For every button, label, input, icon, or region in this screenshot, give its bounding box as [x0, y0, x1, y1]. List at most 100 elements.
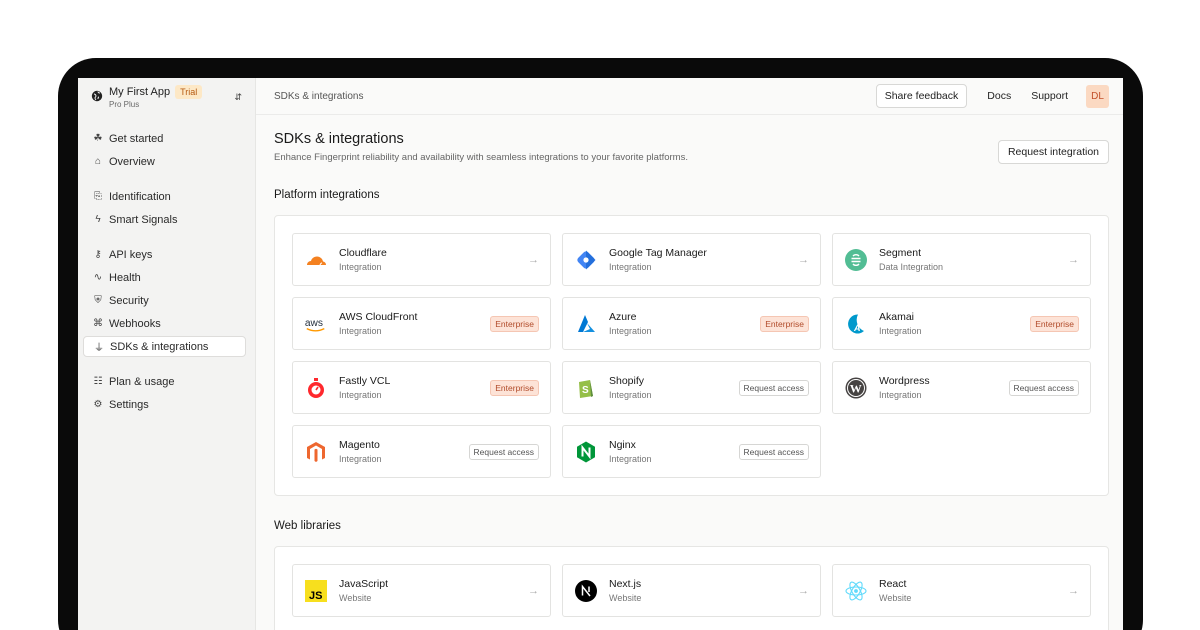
globe-icon: [91, 90, 103, 102]
webhook-icon: ⌘: [93, 318, 103, 329]
sidebar-item-security[interactable]: ⛨ Security: [83, 290, 246, 311]
integration-card-wordpress[interactable]: W Wordpress Integration Request access: [832, 361, 1091, 414]
gear-icon: ⚙: [93, 399, 103, 410]
azure-logo-icon: [574, 312, 598, 336]
sidebar-item-label: Security: [109, 294, 149, 307]
docs-link[interactable]: Docs: [987, 90, 1011, 102]
sidebar-item-api-keys[interactable]: ⚷ API keys: [83, 244, 246, 265]
main-area: SDKs & integrations Share feedback Docs …: [256, 78, 1123, 630]
segment-logo-icon: [844, 248, 868, 272]
fastly-logo-icon: [304, 376, 328, 400]
sidebar-item-label: Webhooks: [109, 317, 161, 330]
integration-card-fastly-vcl[interactable]: Fastly VCL Integration Enterprise: [292, 361, 551, 414]
card-name: React: [879, 578, 907, 590]
integration-card-nginx[interactable]: Nginx Integration Request access: [562, 425, 821, 478]
request-access-button[interactable]: Request access: [1008, 379, 1079, 396]
sidebar-item-label: Overview: [109, 155, 155, 168]
topbar: SDKs & integrations Share feedback Docs …: [256, 78, 1123, 115]
card-name: Azure: [609, 311, 637, 323]
card-type: Integration: [609, 262, 652, 272]
arrow-right-icon: →: [1068, 584, 1079, 597]
javascript-logo-icon: JS: [304, 579, 328, 603]
card-type: Website: [609, 593, 642, 603]
card-type: Integration: [339, 326, 382, 336]
sidebar-item-label: SDKs & integrations: [110, 340, 209, 353]
app-name: My First App: [109, 86, 171, 98]
home-icon: ⌂: [94, 156, 102, 167]
enterprise-badge: Enterprise: [490, 379, 539, 396]
request-access-button[interactable]: Request access: [738, 379, 809, 396]
sidebar-item-overview[interactable]: ⌂ Overview: [83, 151, 246, 172]
app-plan: Pro Plus: [109, 100, 140, 109]
akamai-logo-icon: A: [844, 312, 868, 336]
card-type: Integration: [609, 454, 652, 464]
card-type: Integration: [879, 326, 922, 336]
sidebar-item-get-started[interactable]: ☘ Get started: [83, 128, 246, 149]
integration-card-shopify[interactable]: S Shopify Integration Request access: [562, 361, 821, 414]
integration-card-aws-cloudfront[interactable]: aws AWS CloudFront Integration Enterprise: [292, 297, 551, 350]
share-feedback-button[interactable]: Share feedback: [875, 84, 968, 108]
integration-card-azure[interactable]: Azure Integration Enterprise: [562, 297, 821, 350]
sidebar-item-smart-signals[interactable]: ϟ Smart Signals: [83, 209, 246, 230]
request-access-button[interactable]: Request access: [738, 443, 809, 460]
card-name: Akamai: [879, 311, 915, 323]
sidebar-item-settings[interactable]: ⚙ Settings: [83, 394, 246, 415]
arrow-right-icon: →: [798, 584, 809, 597]
app-switcher[interactable]: My First App Trial Pro Plus ⇵: [83, 84, 246, 118]
card-name: Magento: [339, 439, 380, 451]
card-name: Cloudflare: [339, 247, 387, 259]
sidebar-item-label: Settings: [109, 398, 149, 411]
integration-card-javascript[interactable]: JS JavaScript Website →: [292, 564, 551, 617]
sidebar-item-label: Get started: [109, 132, 164, 145]
sidebar-item-health[interactable]: ∿ Health: [83, 267, 246, 288]
app-window: My First App Trial Pro Plus ⇵ ☘ Get start…: [78, 78, 1123, 630]
arrow-right-icon: →: [1068, 253, 1079, 266]
magento-logo-icon: [304, 440, 328, 464]
integration-card-next-js[interactable]: Next.js Website →: [562, 564, 821, 617]
arrow-right-icon: →: [798, 253, 809, 266]
sidebar-item-webhooks[interactable]: ⌘ Webhooks: [83, 313, 246, 334]
card-name: Segment: [879, 247, 922, 259]
section-title-web: Web libraries: [274, 520, 341, 532]
card-name: Nginx: [609, 439, 636, 451]
chevron-updown-icon: ⇵: [234, 92, 242, 102]
card-type: Integration: [609, 390, 652, 400]
gtm-logo-icon: [574, 248, 598, 272]
card-type: Integration: [879, 390, 922, 400]
svg-text:A: A: [853, 323, 861, 333]
integration-card-akamai[interactable]: A Akamai Integration Enterprise: [832, 297, 1091, 350]
nginx-logo-icon: [574, 440, 598, 464]
integration-card-cloudflare[interactable]: Cloudflare Integration →: [292, 233, 551, 286]
platform-integrations-panel: Cloudflare Integration → Google Tag Manager…: [274, 215, 1109, 496]
avatar[interactable]: DL: [1086, 84, 1109, 108]
card-name: Shopify: [609, 375, 645, 387]
sprout-icon: ☘: [93, 133, 103, 144]
sidebar-item-plan-usage[interactable]: ☷ Plan & usage: [83, 371, 246, 392]
support-link[interactable]: Support: [1031, 90, 1068, 102]
integration-card-react[interactable]: React Website →: [832, 564, 1091, 617]
sidebar-item-sdks-integrations[interactable]: ⏚ SDKs & integrations: [83, 336, 246, 357]
integration-card-magento[interactable]: Magento Integration Request access: [292, 425, 551, 478]
card-type: Integration: [339, 262, 382, 272]
request-integration-button[interactable]: Request integration: [997, 140, 1109, 164]
enterprise-badge: Enterprise: [1030, 315, 1079, 332]
svg-text:S: S: [582, 385, 589, 396]
request-access-button[interactable]: Request access: [468, 443, 539, 460]
card-name: AWS CloudFront: [339, 311, 418, 323]
nav-group: ⚷ API keys ∿ Health ⛨ Security ⌘ Webhooks ⏚ SDKs …: [83, 244, 246, 357]
nav-group: ☘ Get started ⌂ Overview: [83, 128, 246, 172]
cloudflare-logo-icon: [304, 248, 328, 272]
card-type: Website: [339, 593, 372, 603]
svg-text:aws: aws: [305, 317, 323, 328]
sidebar-item-label: Plan & usage: [109, 375, 175, 388]
breadcrumb: SDKs & integrations: [274, 90, 364, 102]
sidebar-item-label: Identification: [109, 190, 171, 203]
sidebar-item-identification[interactable]: ⎘ Identification: [83, 186, 246, 207]
integration-card-segment[interactable]: Segment Data Integration →: [832, 233, 1091, 286]
sidebar-item-label: Health: [109, 271, 141, 284]
nextjs-logo-icon: [574, 579, 598, 603]
integration-card-google-tag-manager[interactable]: Google Tag Manager Integration →: [562, 233, 821, 286]
card-name: Fastly VCL: [339, 375, 391, 387]
sidebar-item-label: Smart Signals: [109, 213, 178, 226]
arrow-right-icon: →: [528, 253, 539, 266]
